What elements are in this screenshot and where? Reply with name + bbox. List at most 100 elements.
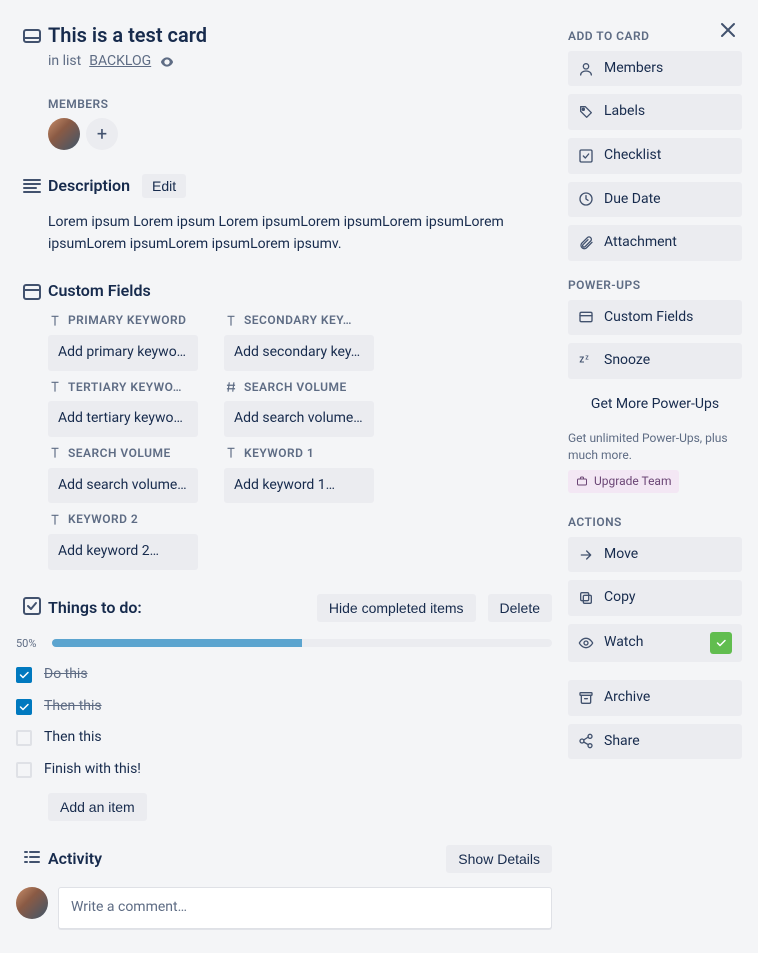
svg-text:Z: Z bbox=[579, 355, 584, 364]
edit-description-button[interactable]: Edit bbox=[142, 174, 186, 198]
powerups-note: Get unlimited Power-Ups, plus much more. bbox=[568, 430, 742, 464]
text-icon bbox=[224, 446, 238, 460]
custom-field-label-text: SEARCH VOLUME bbox=[244, 379, 347, 396]
progress-percent: 50% bbox=[16, 636, 44, 651]
watching-badge bbox=[710, 632, 732, 654]
description-text[interactable]: Lorem ipsum Lorem ipsum Lorem ipsumLorem… bbox=[48, 212, 548, 255]
custom-field-label-text: KEYWORD 2 bbox=[68, 511, 138, 528]
add-members-button[interactable]: Members bbox=[568, 51, 742, 87]
custom-field-label-text: SECONDARY KEY… bbox=[244, 312, 352, 329]
custom-field-label: KEYWORD 2 bbox=[48, 511, 208, 528]
checkbox[interactable] bbox=[16, 699, 32, 715]
custom-field-label: PRIMARY KEYWORD bbox=[48, 312, 208, 329]
checkbox[interactable] bbox=[16, 730, 32, 746]
action-archive-button[interactable]: Archive bbox=[568, 680, 742, 716]
custom-field-input[interactable]: Add primary keywo… bbox=[48, 335, 198, 371]
tag-icon bbox=[578, 104, 594, 120]
custom-field-label: SEARCH VOLUME bbox=[48, 445, 208, 462]
side-button-label: Move bbox=[604, 545, 638, 565]
checklist-item[interactable]: Then this bbox=[16, 722, 552, 754]
custom-fields-icon bbox=[16, 280, 48, 570]
custom-field-label: SECONDARY KEY… bbox=[224, 312, 384, 329]
text-icon bbox=[224, 314, 238, 328]
arrow-icon bbox=[578, 547, 594, 563]
custom-field-input[interactable]: Add secondary key… bbox=[224, 335, 374, 371]
action-share-button[interactable]: Share bbox=[568, 724, 742, 760]
custom-field-label-text: KEYWORD 1 bbox=[244, 445, 314, 462]
zz-icon: ZZ bbox=[578, 353, 594, 369]
custom-field-label: KEYWORD 1 bbox=[224, 445, 384, 462]
custom-field-label: SEARCH VOLUME bbox=[224, 379, 384, 396]
custom-field-input[interactable]: Add keyword 2… bbox=[48, 534, 198, 570]
activity-title: Activity bbox=[48, 848, 102, 870]
archive-icon bbox=[578, 690, 594, 706]
members-heading: MEMBERS bbox=[48, 96, 552, 113]
action-move-button[interactable]: Move bbox=[568, 537, 742, 573]
powerup-snooze-button[interactable]: ZZ Snooze bbox=[568, 343, 742, 379]
show-details-button[interactable]: Show Details bbox=[446, 845, 552, 873]
close-button[interactable] bbox=[712, 14, 744, 46]
side-button-label: Custom Fields bbox=[604, 308, 693, 328]
check-icon bbox=[578, 148, 594, 164]
custom-field-input[interactable]: Add keyword 1… bbox=[224, 468, 374, 504]
checklist-title[interactable]: Things to do: bbox=[48, 597, 142, 619]
checkbox[interactable] bbox=[16, 667, 32, 683]
clip-icon bbox=[578, 235, 594, 251]
checklist-item-text[interactable]: Then this bbox=[44, 728, 102, 748]
custom-field-label: TERTIARY KEYWO… bbox=[48, 379, 208, 396]
eye-icon bbox=[578, 635, 594, 651]
description-title: Description bbox=[48, 175, 130, 197]
action-copy-button[interactable]: Copy bbox=[568, 580, 742, 616]
custom-fields-title: Custom Fields bbox=[48, 280, 552, 302]
add-labels-button[interactable]: Labels bbox=[568, 94, 742, 130]
checklist-item[interactable]: Do this bbox=[16, 659, 552, 691]
add-attachment-button[interactable]: Attachment bbox=[568, 225, 742, 261]
member-avatar[interactable] bbox=[48, 118, 80, 150]
text-icon bbox=[48, 314, 62, 328]
side-button-label: Snooze bbox=[604, 351, 650, 371]
add-checklist-item-button[interactable]: Add an item bbox=[48, 793, 147, 821]
actions-heading: ACTIONS bbox=[568, 514, 742, 531]
checklist-item-text[interactable]: Finish with this! bbox=[44, 760, 141, 780]
side-button-label: Share bbox=[604, 732, 640, 752]
custom-field-input[interactable]: Add search volume… bbox=[48, 468, 198, 504]
custom-field-label-text: TERTIARY KEYWO… bbox=[68, 379, 182, 396]
checklist-item[interactable]: Finish with this! bbox=[16, 754, 552, 786]
delete-checklist-button[interactable]: Delete bbox=[488, 594, 552, 622]
custom-field-input[interactable]: Add search volume… bbox=[224, 401, 374, 437]
custom-field-input[interactable]: Add tertiary keywo… bbox=[48, 401, 198, 437]
side-button-label: Members bbox=[604, 59, 663, 79]
get-more-powerups-button[interactable]: Get More Power-Ups bbox=[568, 387, 742, 423]
eye-icon bbox=[159, 54, 175, 70]
powerup-customfields-button[interactable]: Custom Fields bbox=[568, 300, 742, 336]
text-icon bbox=[48, 380, 62, 394]
copy-icon bbox=[578, 590, 594, 606]
list-link[interactable]: BACKLOG bbox=[89, 52, 151, 72]
card-title[interactable]: This is a test card bbox=[48, 22, 512, 48]
checklist-item-text[interactable]: Then this bbox=[44, 697, 102, 717]
hide-completed-button[interactable]: Hide completed items bbox=[317, 594, 476, 622]
progress-bar bbox=[52, 639, 552, 647]
add-member-button[interactable]: + bbox=[86, 118, 118, 150]
text-icon bbox=[48, 513, 62, 527]
add-checklist-button[interactable]: Checklist bbox=[568, 138, 742, 174]
clock-icon bbox=[578, 191, 594, 207]
share-icon bbox=[578, 733, 594, 749]
add-duedate-button[interactable]: Due Date bbox=[568, 182, 742, 218]
side-button-label: Checklist bbox=[604, 146, 661, 166]
side-button-label: Copy bbox=[604, 588, 636, 608]
upgrade-team-button[interactable]: Upgrade Team bbox=[568, 470, 679, 493]
checklist-item-text[interactable]: Do this bbox=[44, 665, 88, 685]
checkbox[interactable] bbox=[16, 762, 32, 778]
svg-text:Z: Z bbox=[585, 356, 589, 362]
side-button-label: Archive bbox=[604, 688, 650, 708]
card-icon bbox=[578, 309, 594, 325]
action-watch-button[interactable]: Watch bbox=[568, 624, 742, 662]
side-button-label: Watch bbox=[604, 633, 643, 653]
number-icon bbox=[224, 380, 238, 394]
checklist-item[interactable]: Then this bbox=[16, 691, 552, 723]
briefcase-icon bbox=[576, 475, 588, 487]
comment-avatar[interactable] bbox=[16, 887, 48, 919]
comment-input[interactable]: Write a comment… bbox=[58, 887, 552, 929]
upgrade-team-label: Upgrade Team bbox=[594, 473, 671, 490]
